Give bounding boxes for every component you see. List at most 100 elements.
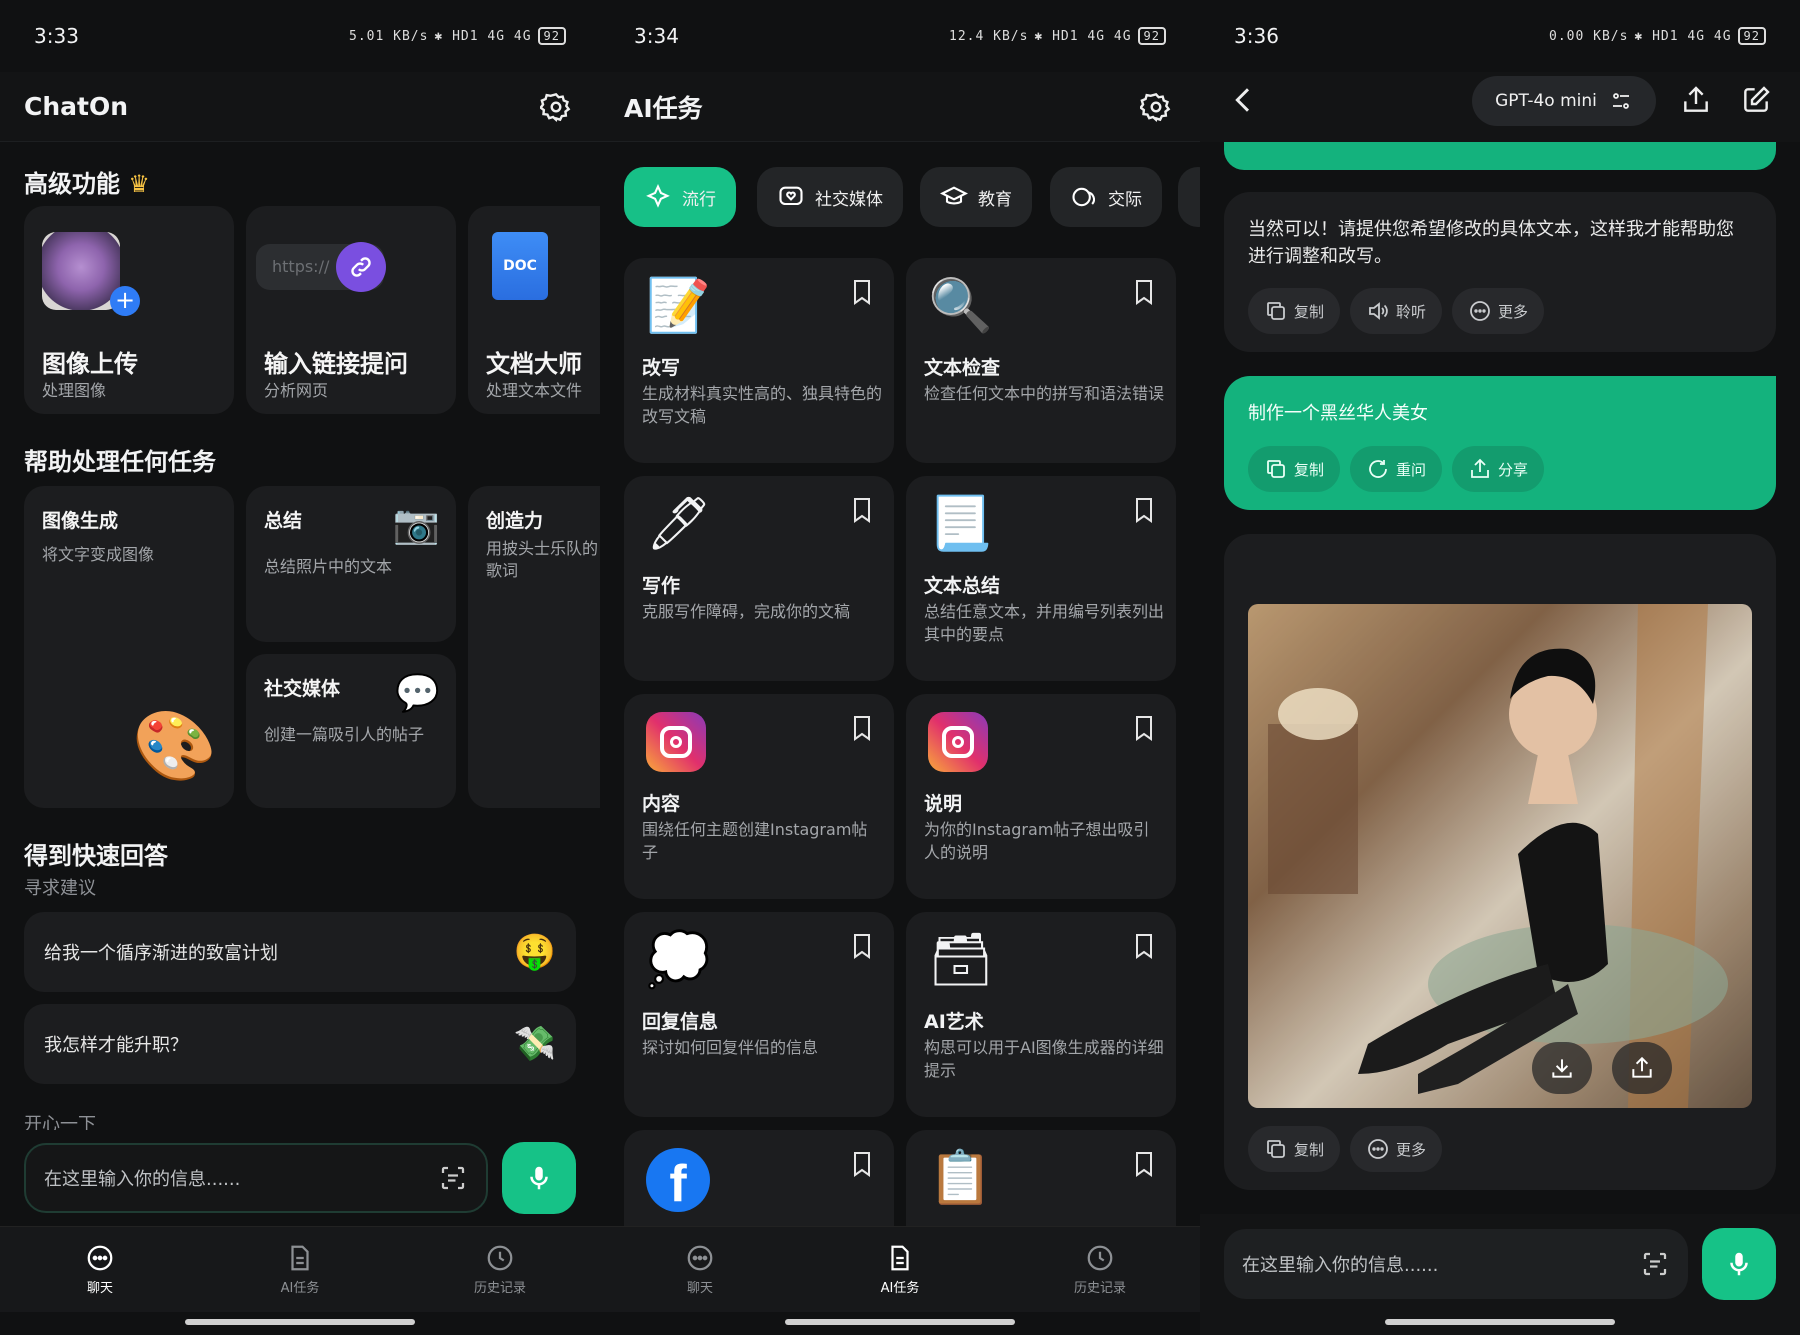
- task-card[interactable]: 说明 为你的Instagram帖子想出吸引人的说明: [906, 694, 1176, 899]
- tab-label: AI任务: [880, 1281, 920, 1296]
- add-icon: +: [110, 286, 140, 316]
- bookmark-icon[interactable]: [1132, 1150, 1156, 1178]
- image-generation-card[interactable]: 图像生成 将文字变成图像 🎨: [24, 486, 234, 808]
- copy-button[interactable]: 复制: [1248, 1126, 1341, 1172]
- net-speed: 12.4 KB/s: [949, 28, 1029, 44]
- more-button[interactable]: 更多: [1452, 288, 1545, 334]
- task-title: 写作: [642, 575, 681, 597]
- task-card[interactable]: 🗃 AI艺术 构思可以用于AI图像生成器的详细提示: [906, 912, 1176, 1117]
- suggestion-item[interactable]: 给我一个循序渐进的致富计划 🤑: [24, 912, 576, 992]
- task-card[interactable]: 🔍 文本检查 检查任何文本中的拼写和语法错误: [906, 258, 1176, 463]
- status-bar: 3:36 0.00 KB/s ✱ HD1 4G 4G 92: [1200, 0, 1800, 72]
- tab-ai-tasks[interactable]: AI任务: [240, 1243, 360, 1296]
- task-description: 探讨如何回复伴侣的信息: [642, 1038, 819, 1057]
- task-title: 内容: [642, 793, 681, 815]
- bookmark-icon[interactable]: [850, 496, 874, 524]
- model-selector[interactable]: GPT-4o mini: [1472, 76, 1656, 126]
- link-icon: [336, 242, 386, 292]
- quick-answers-title: 得到快速回答: [24, 842, 168, 870]
- link-question-card[interactable]: https:// 输入链接提问 分析网页: [246, 206, 456, 414]
- battery-icon: 92: [1737, 27, 1766, 45]
- chip-communication[interactable]: 交际: [1050, 167, 1162, 227]
- task-card[interactable]: 📋: [906, 1130, 1176, 1226]
- scan-text-icon[interactable]: [1640, 1249, 1670, 1279]
- bookmark-icon[interactable]: [1132, 278, 1156, 306]
- tab-label: AI任务: [280, 1281, 320, 1296]
- task-card[interactable]: 💭 回复信息 探讨如何回复伴侣的信息: [624, 912, 894, 1117]
- bookmark-icon[interactable]: [850, 278, 874, 306]
- new-chat-edit-icon[interactable]: [1736, 80, 1776, 120]
- document-icon: [891, 1245, 909, 1271]
- settings-gear-icon[interactable]: [536, 87, 576, 127]
- chip-social-media[interactable]: 社交媒体: [757, 167, 903, 227]
- tab-history[interactable]: 历史记录: [440, 1243, 560, 1296]
- suggestion-item[interactable]: 我怎样才能升职？ 💸: [24, 1004, 576, 1084]
- facebook-glyph: f: [646, 1148, 710, 1213]
- chat-icon: [87, 1245, 113, 1271]
- status-bar: 3:33 5.01 KB/s ✱ HD1 4G 4G 92: [0, 0, 600, 72]
- share-button[interactable]: 分享: [1452, 446, 1545, 492]
- image-thumbnail: [42, 232, 120, 310]
- summary-card[interactable]: 总结 📷 总结照片中的文本: [246, 486, 456, 642]
- social-media-card[interactable]: 社交媒体 💬 创建一篇吸引人的帖子: [246, 654, 456, 808]
- camera-icon: 📷: [392, 502, 440, 546]
- sparkle-icon: [646, 183, 670, 208]
- bookmark-icon[interactable]: [850, 714, 874, 742]
- copy-button[interactable]: 复制: [1248, 288, 1341, 334]
- image-share-button[interactable]: [1612, 1042, 1672, 1094]
- quick-answers-subtitle: 寻求建议: [24, 878, 96, 899]
- chip-education[interactable]: 教育: [920, 167, 1032, 227]
- task-card[interactable]: 🖊 写作 克服写作障碍，完成你的文稿: [624, 476, 894, 681]
- ai-message-text: 当然可以！请提供您希望修改的具体文本，这样我才能帮助您进行调整和改写。: [1248, 219, 1734, 267]
- bookmark-icon[interactable]: [1132, 932, 1156, 960]
- chip-more[interactable]: [1178, 167, 1200, 227]
- user-message-bubble: 制作一个黑丝华人美女 复制 重问 分享: [1224, 376, 1776, 510]
- generated-image[interactable]: [1248, 604, 1752, 1108]
- task-title: 说明: [924, 793, 963, 815]
- card-title: 图像上传: [42, 350, 138, 378]
- copy-icon: [1267, 460, 1285, 478]
- tab-chat[interactable]: 聊天: [640, 1243, 760, 1296]
- download-icon: [1552, 1059, 1572, 1078]
- tab-history[interactable]: 历史记录: [1040, 1243, 1160, 1296]
- tab-ai-tasks[interactable]: AI任务: [840, 1243, 960, 1296]
- message-input[interactable]: 在这里输入你的信息......: [1224, 1229, 1688, 1299]
- task-card[interactable]: 📃 文本总结 总结任意文本，并用编号列表列出其中的要点: [906, 476, 1176, 681]
- mic-button[interactable]: [502, 1142, 576, 1214]
- bookmark-icon[interactable]: [850, 932, 874, 960]
- more-dots-icon: [1368, 1139, 1388, 1159]
- back-arrow-icon[interactable]: [1224, 80, 1264, 120]
- more-button[interactable]: 更多: [1350, 1126, 1443, 1172]
- document-master-card[interactable]: DOC 文档大师 处理文本文件: [468, 206, 600, 414]
- task-card[interactable]: 📝 改写 生成材料真实性高的、独具特色的改写文稿: [624, 258, 894, 463]
- action-label: 聆听: [1396, 302, 1427, 321]
- regenerate-button[interactable]: 重问: [1350, 446, 1443, 492]
- image-upload-card[interactable]: + 图像上传 处理图像: [24, 206, 234, 414]
- image-download-button[interactable]: [1532, 1042, 1592, 1094]
- creativity-card[interactable]: 创造力 用披头士乐队的歌词: [468, 486, 600, 808]
- status-bar: 3:34 12.4 KB/s ✱ HD1 4G 4G 92: [600, 0, 1200, 72]
- task-card[interactable]: f: [624, 1130, 894, 1226]
- signal-icons: ✱ HD1 4G 4G: [1634, 28, 1732, 44]
- previous-message-edge: [1224, 142, 1776, 170]
- status-icons: 0.00 KB/s ✱ HD1 4G 4G 92: [1549, 27, 1766, 45]
- bookmark-icon[interactable]: [850, 1150, 874, 1178]
- palette-icon: 🎨: [132, 707, 217, 786]
- tab-chat[interactable]: 聊天: [40, 1243, 160, 1296]
- export-icon[interactable]: [1676, 80, 1716, 120]
- task-card[interactable]: 内容 围绕任何主题创建Instagram帖子: [624, 694, 894, 899]
- bookmark-icon[interactable]: [1132, 714, 1156, 742]
- refresh-icon: [1369, 460, 1387, 478]
- clock-icon: [1087, 1245, 1113, 1271]
- task-description: 克服写作障碍，完成你的文稿: [642, 602, 851, 621]
- action-label: 重问: [1396, 460, 1427, 479]
- message-input[interactable]: 在这里输入你的信息......: [24, 1143, 488, 1213]
- tab-label: 历史记录: [473, 1281, 526, 1296]
- bookmark-icon[interactable]: [1132, 496, 1156, 524]
- copy-button[interactable]: 复制: [1248, 446, 1341, 492]
- mic-button[interactable]: [1702, 1228, 1776, 1300]
- settings-gear-icon[interactable]: [1136, 87, 1176, 127]
- listen-button[interactable]: 聆听: [1350, 288, 1443, 334]
- scan-text-icon[interactable]: [438, 1163, 468, 1193]
- chip-popular[interactable]: 流行: [624, 167, 736, 227]
